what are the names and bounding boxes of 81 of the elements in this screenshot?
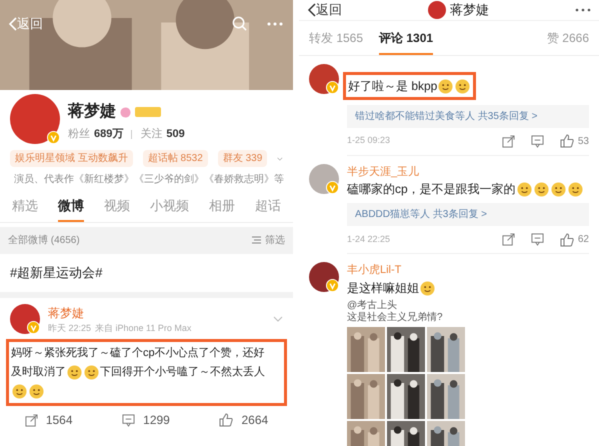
post-time: 昨天 22:25	[48, 322, 92, 334]
emoji-icon	[550, 182, 566, 198]
followers-label: 粉丝	[68, 127, 90, 142]
chevron-left-icon	[8, 16, 17, 31]
bio-text: 演员、代表作《新红楼梦》《三少爷的剑》《春娇救志明》等	[14, 172, 284, 187]
profile-tab[interactable]: 视频	[104, 196, 130, 222]
profile-tab[interactable]: 小视频	[150, 196, 189, 222]
thumbs-up-icon[interactable]	[219, 413, 234, 427]
comment-time: 1-24 22:25	[347, 232, 390, 246]
comment-tab[interactable]: 评论 1301	[379, 28, 434, 54]
like-count: 53	[578, 134, 589, 148]
caption-text: @考古上头	[347, 300, 398, 312]
emoji-icon	[534, 182, 549, 198]
action-count: 1299	[143, 412, 170, 429]
more-icon[interactable]	[575, 8, 591, 12]
verified-badge-icon	[326, 180, 339, 194]
like-count: 62	[578, 233, 589, 247]
comment-author[interactable]: 半步天涯_玉儿	[347, 164, 589, 180]
page-title: 蒋梦婕	[450, 1, 489, 19]
following-label: 关注	[140, 126, 162, 142]
emoji-icon	[29, 384, 44, 399]
tag-chip[interactable]: 群友 339	[218, 150, 268, 167]
comment-author[interactable]: 丰小虎Lil-T	[347, 262, 589, 278]
comment-text: 是这样嘛姐姐	[347, 280, 419, 294]
back-button[interactable]: 返回	[307, 0, 342, 20]
avatar[interactable]	[428, 0, 446, 19]
comment-tab[interactable]: 赞 2666	[546, 28, 589, 54]
emoji-icon	[455, 78, 470, 94]
comment-text: 磕哪家的cp，是不是跟我一家的	[347, 182, 516, 196]
tag-chip[interactable]: 超话帖 8532	[142, 150, 208, 167]
comment-icon[interactable]	[530, 134, 544, 148]
thumbs-up-icon[interactable]	[560, 232, 574, 246]
avatar[interactable]	[10, 94, 60, 144]
comment-text: 及时取消了	[11, 366, 66, 378]
action-count: 2664	[241, 412, 268, 429]
comment-icon[interactable]	[530, 233, 544, 246]
verified-badge-icon	[47, 131, 60, 144]
profile-tab[interactable]: 精选	[12, 196, 38, 222]
action-count: 1564	[46, 412, 73, 429]
emoji-icon	[12, 384, 27, 399]
following-count: 509	[166, 127, 185, 142]
tag-chip[interactable]: 娱乐明星领域 互动数飙升	[10, 150, 133, 167]
emoji-icon	[67, 364, 82, 380]
thumbs-up-icon[interactable]	[560, 134, 574, 148]
comment-text: 妈呀～紧张死我了～磕了个cp不小心点了个赞，还好	[11, 347, 265, 359]
profile-tab[interactable]: 微博	[58, 196, 84, 222]
filter-icon	[252, 236, 261, 244]
emoji-icon	[568, 182, 583, 198]
emoji-icon	[516, 182, 532, 198]
share-icon[interactable]	[502, 134, 515, 148]
comment-text: 好了啦～是 bkpp	[348, 78, 438, 92]
caption-text: 这是社会主义兄弟情?	[347, 312, 444, 324]
verified-badge-icon	[326, 80, 339, 94]
chevron-down-icon[interactable]	[277, 156, 283, 162]
comment-time: 1-25 09:23	[347, 134, 390, 148]
verified-badge-icon	[326, 279, 339, 292]
filter-button[interactable]: 筛选	[252, 232, 285, 248]
search-icon[interactable]	[232, 16, 247, 32]
verified-badge-icon	[27, 321, 40, 334]
chevron-left-icon	[307, 2, 316, 17]
badge-icon	[120, 106, 131, 118]
post-author[interactable]: 蒋梦婕	[48, 304, 192, 322]
profile-name: 蒋梦婕	[68, 102, 116, 122]
profile-tab[interactable]: 相册	[209, 196, 235, 222]
comment-icon[interactable]	[122, 414, 136, 426]
back-button[interactable]: 返回	[8, 14, 43, 34]
topic-text[interactable]: #超新星运动会#	[10, 264, 102, 280]
emoji-icon	[84, 364, 99, 380]
post-count: 全部微博 (4656)	[8, 234, 80, 248]
comment-text: 下回得开个小号嗑了～不然太丢人	[100, 366, 265, 378]
replies-link[interactable]: 错过啥都不能错过美食等人 共35条回复 >	[347, 104, 589, 128]
post-source: 来自 iPhone 11 Pro Max	[95, 322, 192, 334]
followers-count: 689万	[94, 127, 124, 142]
share-icon[interactable]	[24, 414, 38, 426]
replies-link[interactable]: ABDDD猫崽等人 共3条回复 >	[347, 203, 589, 226]
vip-badge-icon	[135, 107, 161, 117]
comment-tab[interactable]: 转发 1565	[309, 28, 364, 54]
emoji-icon	[438, 78, 454, 94]
share-icon[interactable]	[502, 233, 515, 246]
emoji-icon	[420, 280, 435, 296]
profile-tab[interactable]: 超话	[255, 196, 281, 222]
